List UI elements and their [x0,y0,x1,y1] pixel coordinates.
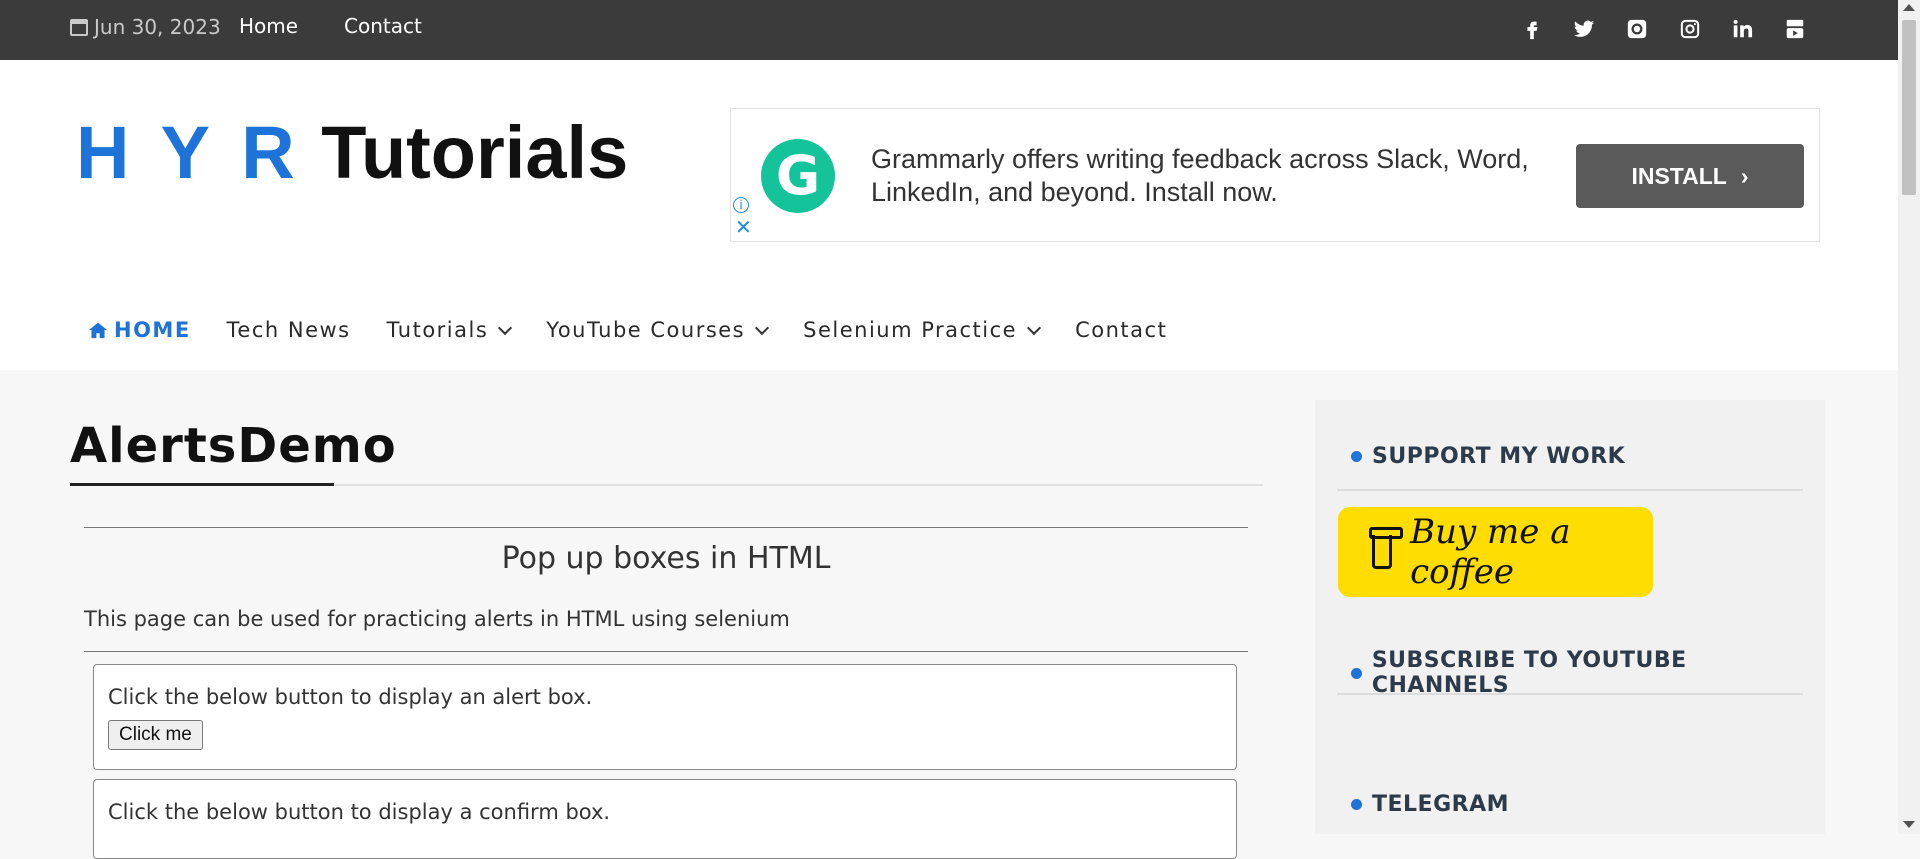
widget-divider [1337,693,1803,695]
logo-hyr: H Y R [76,111,301,194]
facebook-icon[interactable] [1519,16,1545,42]
alert-box-section: Click the below button to display an ale… [93,664,1237,770]
bullet-icon [1351,799,1362,810]
bullet-icon [1351,667,1362,679]
scroll-up-arrow-icon[interactable] [1903,4,1915,11]
divider-middle [84,651,1248,652]
site-header: H Y R Tutorials G Grammarly offers writi… [0,60,1898,370]
confirm-box-section: Click the below button to display a conf… [93,779,1237,859]
nav-youtube-courses-label: YouTube Courses [546,318,746,342]
chevron-right-icon: › [1740,162,1749,189]
nav-contact-label: Contact [1075,318,1168,342]
page-scrollbar[interactable] [1898,0,1920,834]
logo-tutorials: Tutorials [321,111,629,194]
alerts-content: Pop up boxes in HTML This page can be us… [84,527,1248,859]
grammarly-ad[interactable]: G Grammarly offers writing feedback acro… [730,108,1820,242]
divider-top [84,527,1248,528]
top-bar: Jun 30, 2023 Home Contact [0,0,1898,60]
scrollbar-thumb[interactable] [1902,20,1916,195]
alert-box-label: Click the below button to display an ale… [108,685,593,709]
date-display: Jun 30, 2023 [70,15,221,39]
home-icon [89,322,107,339]
nav-tech-news[interactable]: Tech News [227,318,351,342]
coffee-cup-icon [1368,527,1404,569]
github-icon[interactable] [1624,16,1650,42]
widget-title-support: SUPPORT MY WORK [1351,444,1625,469]
scroll-down-arrow-icon[interactable] [1903,821,1915,828]
nav-selenium-practice[interactable]: Selenium Practice [803,318,1042,342]
chevron-down-icon [755,320,770,335]
widget-divider [1337,489,1803,491]
grammarly-logo-icon: G [761,139,835,213]
nav-selenium-practice-label: Selenium Practice [803,318,1018,342]
widget-title-subscribe: SUBSCRIBE TO YOUTUBE CHANNELS [1351,648,1825,698]
nav-home-label: HOME [114,318,191,342]
bullet-icon [1351,451,1362,462]
calendar-icon [70,18,88,36]
widget-title-telegram: TELEGRAM [1351,792,1509,817]
section-heading: Pop up boxes in HTML [501,541,831,576]
nav-youtube-courses[interactable]: YouTube Courses [546,318,770,342]
page-title: AlertsDemo [70,418,397,474]
install-button[interactable]: INSTALL › [1576,144,1804,208]
sidebar: SUPPORT MY WORK Buy me a coffee SUBSCRIB… [1315,400,1825,834]
twitter-icon[interactable] [1571,16,1597,42]
nav-tutorials[interactable]: Tutorials [386,318,513,342]
chevron-down-icon [1027,320,1042,335]
buy-me-a-coffee-button[interactable]: Buy me a coffee [1338,507,1653,597]
close-icon[interactable]: ✕ [735,217,752,237]
instagram-icon[interactable] [1677,16,1703,42]
install-label: INSTALL [1631,162,1727,189]
linkedin-icon[interactable] [1729,16,1755,42]
youtube-icon[interactable] [1782,16,1808,42]
nav-home[interactable]: HOME [88,318,191,342]
chevron-down-icon [498,320,513,335]
ad-text: Grammarly offers writing feedback across… [871,144,1529,207]
date-text: Jun 30, 2023 [94,15,221,39]
nav-contact[interactable]: Contact [1075,318,1167,342]
main-nav: HOME Tech News Tutorials YouTube Courses… [88,318,1203,342]
top-link-contact[interactable]: Contact [344,14,422,38]
alert-click-me-button[interactable]: Click me [108,720,203,750]
site-logo[interactable]: H Y R Tutorials [76,116,628,190]
top-link-home[interactable]: Home [239,14,298,38]
confirm-box-label: Click the below button to display a conf… [108,800,611,824]
title-underline [70,483,334,486]
info-icon[interactable]: i [733,197,749,213]
nav-tech-news-label: Tech News [226,318,351,342]
description-text: This page can be used for practicing ale… [84,607,790,631]
coffee-label: Buy me a coffee [1410,512,1571,592]
nav-tutorials-label: Tutorials [386,318,489,342]
